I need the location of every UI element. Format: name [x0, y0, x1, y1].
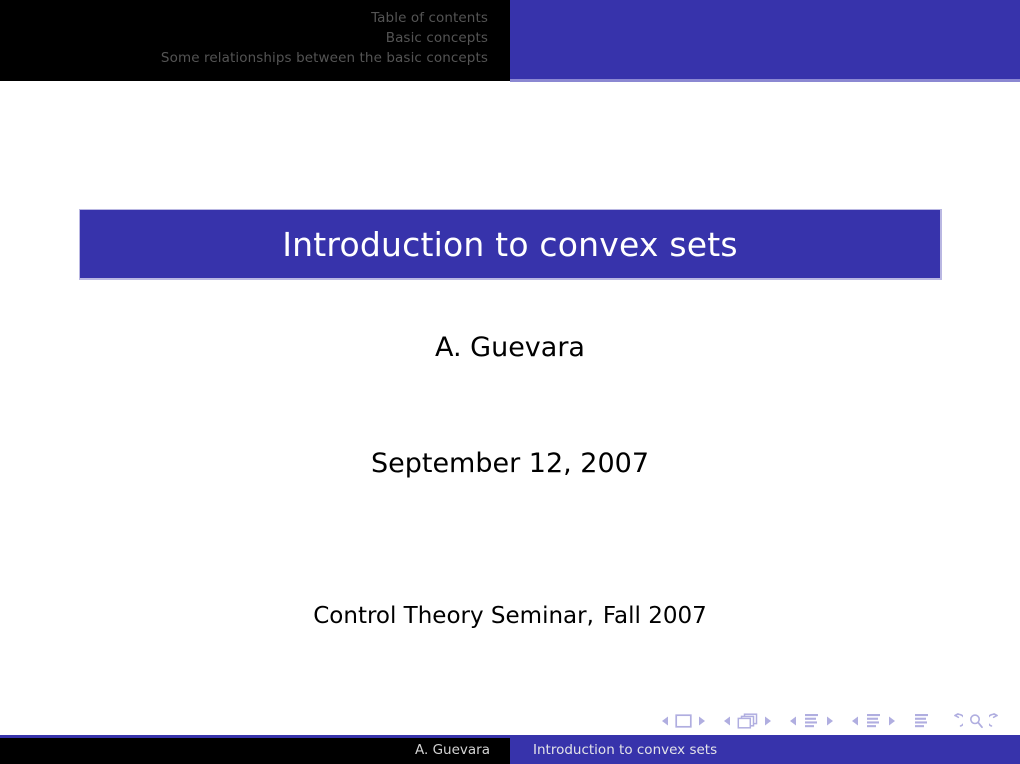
title-block: Introduction to convex sets [80, 210, 940, 278]
document-lines-icon[interactable] [913, 713, 930, 729]
nav-group-history[interactable] [947, 713, 1005, 729]
event-line: Control Theory Seminar, Fall 2007 [0, 600, 1020, 632]
footline-author: A. Guevara [415, 742, 490, 759]
slide-footline: A. Guevara Introduction to convex sets [0, 738, 1020, 764]
prev-section-arrow-icon[interactable] [851, 716, 859, 726]
prev-subsection-arrow-icon[interactable] [789, 716, 797, 726]
headline-accent-panel [510, 0, 1020, 81]
subsection-lines-icon[interactable] [803, 713, 820, 729]
footline-title: Introduction to convex sets [533, 742, 718, 759]
slide-headline: Table of contents Basic concepts Some re… [0, 0, 1020, 81]
next-slide-arrow-icon[interactable] [698, 716, 706, 726]
prev-frame-arrow-icon[interactable] [723, 716, 731, 726]
title-block-frame: Introduction to convex sets [79, 209, 942, 280]
presentation-date: September 12, 2007 [370, 448, 650, 479]
frame-stack-icon[interactable] [737, 713, 758, 729]
headline-item-table-of-contents[interactable]: Table of contents [0, 8, 488, 28]
headline-item-some-relationships[interactable]: Some relationships between the basic con… [0, 48, 488, 68]
nav-group-section[interactable] [851, 713, 896, 729]
headline-navigation-titles: Table of contents Basic concepts Some re… [0, 0, 510, 81]
slide-icon[interactable] [675, 714, 692, 728]
event-name: Control Theory Seminar, [313, 603, 594, 629]
headline-item-basic-concepts[interactable]: Basic concepts [0, 28, 488, 48]
beamer-navigation-symbols[interactable] [0, 710, 1005, 732]
nav-group-slide[interactable] [661, 714, 706, 728]
author-name: A. Guevara [435, 332, 585, 363]
search-icon[interactable] [968, 713, 984, 729]
nav-group-subsection[interactable] [789, 713, 834, 729]
forward-arrow-icon[interactable] [989, 713, 1005, 729]
event-term: Fall 2007 [602, 603, 707, 629]
nav-group-frame[interactable] [723, 713, 772, 729]
next-frame-arrow-icon[interactable] [764, 716, 772, 726]
footline-author-panel: A. Guevara [0, 738, 510, 764]
next-subsection-arrow-icon[interactable] [826, 716, 834, 726]
nav-group-presentation[interactable] [913, 713, 930, 729]
footline-title-panel: Introduction to convex sets [510, 738, 1020, 764]
next-section-arrow-icon[interactable] [888, 716, 896, 726]
headline-underline [510, 79, 1020, 82]
page-title: Introduction to convex sets [282, 224, 738, 264]
prev-slide-arrow-icon[interactable] [661, 716, 669, 726]
section-lines-icon[interactable] [865, 713, 882, 729]
back-arrow-icon[interactable] [947, 713, 963, 729]
